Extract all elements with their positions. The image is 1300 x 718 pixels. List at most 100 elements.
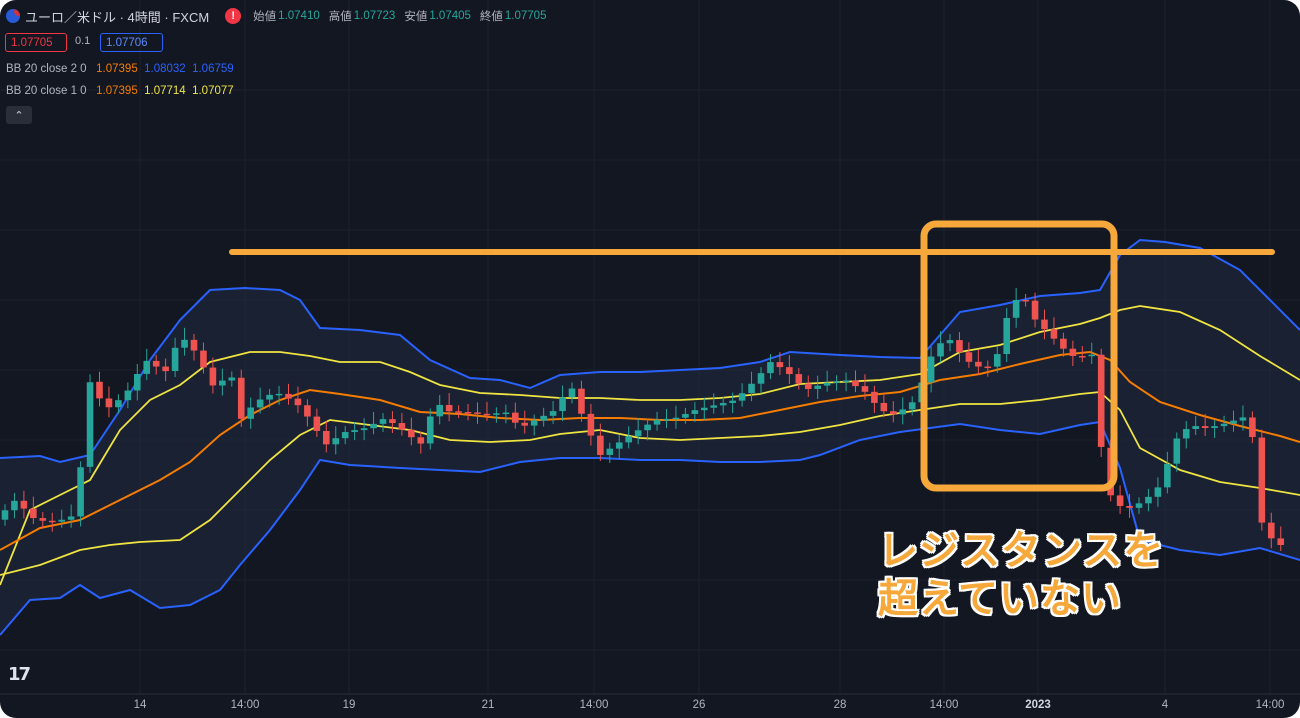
candle-body: [1258, 437, 1266, 523]
candle-body: [219, 380, 226, 386]
candle-body: [682, 413, 689, 418]
candle-body: [549, 411, 557, 416]
candle-body: [597, 435, 604, 455]
symbol-title[interactable]: ユーロ／米ドル · 4時間 · FXCM: [25, 7, 209, 26]
candle-body: [426, 416, 434, 444]
candle-body: [1220, 423, 1228, 427]
indicator-legend-bb2[interactable]: BB 20 close 2 0 1.07395 1.08032 1.06759: [6, 63, 234, 75]
candle-body: [256, 399, 264, 408]
candle-body: [823, 382, 831, 386]
candle-body: [701, 407, 708, 411]
candle-body: [502, 412, 510, 415]
candle-body: [275, 393, 283, 396]
indicator-name: BB 20 close 1 0: [6, 85, 87, 97]
candle-body: [86, 382, 94, 467]
candle-body: [1069, 348, 1077, 356]
candle-body: [880, 402, 888, 412]
candle-body: [408, 429, 415, 438]
candle-body: [209, 367, 217, 386]
indicator-basis: 1.07395: [96, 85, 138, 97]
candle-body: [908, 402, 916, 410]
annotation-line-2: 超えていない: [878, 576, 1122, 622]
collapse-legend-button[interactable]: ⌃: [6, 106, 32, 124]
candle-body: [1154, 487, 1162, 497]
eurusd-flag-icon: [6, 9, 20, 23]
candle-body: [152, 360, 160, 367]
candle-body: [493, 413, 500, 415]
candle-body: [833, 381, 840, 383]
low-label: 安値: [404, 11, 428, 23]
candle-body: [890, 411, 897, 415]
candle-body: [124, 390, 132, 401]
candle-body: [341, 432, 349, 439]
candle-body: [474, 412, 481, 414]
candle-body: [757, 373, 765, 384]
candle-body: [171, 347, 179, 372]
candle-body: [313, 416, 321, 431]
open-label: 始値: [253, 11, 277, 23]
candle-body: [521, 422, 529, 426]
chart-window[interactable]: ユーロ／米ドル · 4時間 · FXCM ! 始値 1.07410 高値 1.0…: [0, 0, 1300, 718]
time-axis-label: 14: [133, 699, 147, 711]
candle-body: [672, 417, 680, 420]
candle-body: [1249, 417, 1256, 438]
candle-body: [162, 366, 169, 372]
candle-body: [1192, 426, 1199, 429]
candle-body: [710, 405, 718, 408]
candle-body: [946, 340, 954, 344]
time-axis-label: 28: [833, 699, 847, 711]
candle-body: [540, 415, 547, 421]
candle-body: [899, 409, 907, 415]
candle-body: [530, 420, 538, 426]
candle-body: [115, 400, 122, 408]
candle-body: [96, 381, 103, 399]
candle-body: [370, 423, 377, 429]
candle-body: [323, 431, 330, 445]
candle-body: [228, 377, 236, 381]
candle-body: [729, 400, 736, 404]
indicator-legend-bb1[interactable]: BB 20 close 1 0 1.07395 1.07714 1.07077: [6, 85, 234, 97]
candle-body: [644, 424, 651, 431]
sell-button[interactable]: 1.07705: [5, 33, 67, 52]
candle-body: [1173, 438, 1181, 464]
candle-body: [67, 516, 75, 520]
candle-body: [389, 419, 396, 424]
high-value: 1.07723: [353, 10, 396, 22]
candle-body: [398, 423, 406, 430]
indicator-upper: 1.08032: [144, 63, 186, 75]
candle-body: [58, 519, 65, 522]
candle-body: [814, 385, 821, 389]
candle-body: [1201, 426, 1209, 428]
candle-body: [445, 404, 453, 412]
candle-body: [247, 407, 254, 419]
indicator-name: BB 20 close 2 0: [6, 63, 87, 75]
candle-body: [181, 339, 188, 348]
tradingview-logo[interactable]: 17: [8, 664, 31, 685]
candle-body: [143, 360, 151, 374]
candle-body: [842, 380, 850, 382]
close-value: 1.07705: [504, 10, 547, 22]
candle-body: [30, 508, 37, 519]
time-axis-label: 14:00: [230, 699, 260, 711]
candle-body: [1145, 496, 1152, 504]
candle-body: [512, 412, 519, 423]
symbol-header: ユーロ／米ドル · 4時間 · FXCM ! 始値 1.07410 高値 1.0…: [6, 6, 555, 26]
candle-body: [578, 388, 585, 414]
candle-body: [1041, 319, 1048, 330]
candle-body: [993, 354, 1001, 367]
candle-body: [436, 404, 443, 417]
candle-body: [615, 442, 623, 449]
candle-body: [937, 343, 944, 357]
candle-body: [39, 518, 47, 521]
buy-button[interactable]: 1.07706: [100, 33, 163, 52]
candle-body: [568, 388, 576, 398]
candle-body: [464, 412, 472, 414]
candle-body: [483, 413, 491, 416]
indicator-lower: 1.07077: [192, 85, 234, 97]
alert-icon[interactable]: !: [225, 8, 242, 24]
time-axis-label-year: 2023: [1025, 699, 1051, 711]
high-label: 高値: [328, 11, 352, 23]
candle-body: [1, 510, 9, 520]
time-axis-label: 14:00: [579, 699, 609, 711]
candle-body: [190, 339, 198, 351]
